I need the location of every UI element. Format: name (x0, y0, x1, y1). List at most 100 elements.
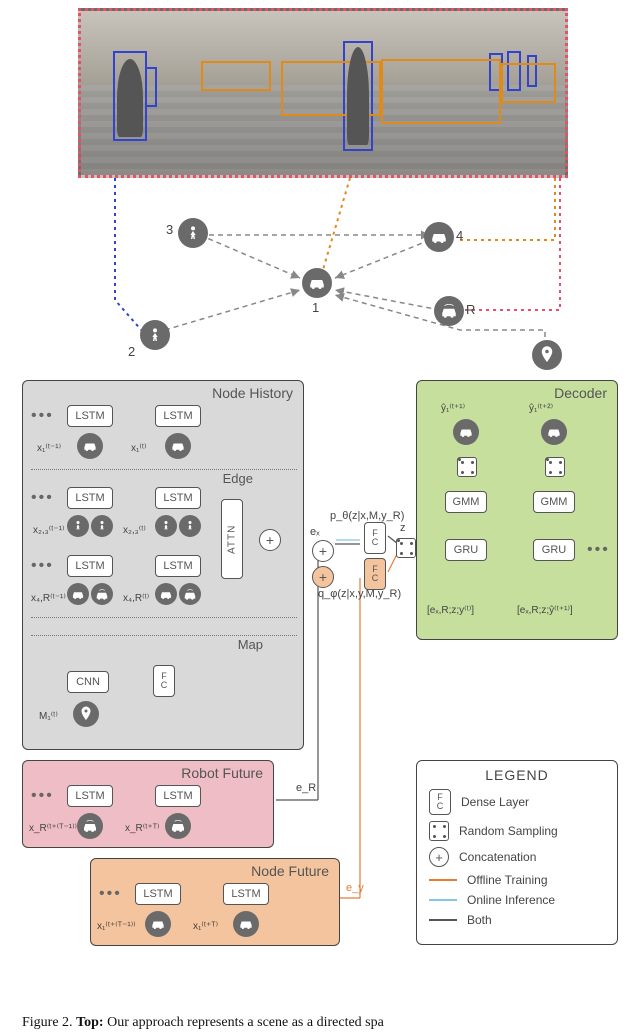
separator (31, 469, 297, 470)
dice-icon (429, 821, 449, 841)
panel-encoder: Node History ••• LSTM LSTM x₁⁽ᵗ⁻¹⁾ x₁⁽ᵗ⁾… (22, 380, 304, 750)
gmm-block: GMM (533, 491, 575, 513)
input-label: x₁⁽ᵗ⁻¹⁾ (37, 443, 61, 454)
lstm-block: LSTM (155, 785, 201, 807)
graph-node-label: 1 (312, 300, 319, 315)
math-label: z (400, 522, 406, 534)
panel-title: Node Future (251, 863, 329, 879)
ellipsis: ••• (31, 557, 54, 575)
lstm-block: LSTM (223, 883, 269, 905)
input-label: x₄,R⁽ᵗ⁻¹⁾ (31, 593, 66, 604)
pedestrian-icon (91, 515, 113, 537)
legend-row: + Concatenation (429, 847, 605, 867)
bbox-car (501, 63, 556, 103)
lstm-block: LSTM (67, 487, 113, 509)
input-label: x₄,R⁽ᵗ⁾ (123, 593, 149, 604)
random-sampling-icon (396, 538, 416, 558)
panel-node-future: Node Future ••• LSTM LSTM x₁⁽ᵗ⁺⁽ᵀ⁻¹⁾⁾ x₁… (90, 858, 340, 946)
graph-node-robot-car (434, 296, 464, 326)
input-label: x₂,₃⁽ᵗ⁻¹⁾ (33, 525, 64, 536)
gru-block: GRU (445, 539, 487, 561)
panel-title: Robot Future (181, 765, 263, 781)
input-label: x₁⁽ᵗ⁾ (131, 443, 146, 454)
car-icon (233, 911, 259, 937)
separator (31, 635, 297, 636)
pedestrian-icon (155, 515, 177, 537)
car-icon (77, 433, 103, 459)
panel-legend: LEGEND FC Dense Layer Random Sampling + … (416, 760, 618, 945)
concat-icon: + (259, 529, 281, 551)
ellipsis: ••• (31, 489, 54, 507)
car-icon (155, 583, 177, 605)
legend-row: Offline Training (429, 873, 605, 887)
input-label: x₂,₃⁽ᵗ⁾ (123, 525, 146, 536)
ellipsis: ••• (31, 407, 54, 425)
graph-node-label: R (466, 302, 475, 317)
lstm-block: LSTM (155, 487, 201, 509)
concat-icon: + (312, 540, 334, 562)
gmm-block: GMM (445, 491, 487, 513)
ellipsis: ••• (587, 541, 610, 559)
graph-node-label: 3 (166, 222, 173, 237)
plus-icon: + (429, 847, 449, 867)
robot-car-icon (179, 583, 201, 605)
graph-node-car (424, 222, 454, 252)
legend-row: Random Sampling (429, 821, 605, 841)
bbox-car (381, 59, 501, 124)
line-icon (429, 879, 457, 881)
legend-label: Concatenation (459, 850, 536, 864)
caption-bold: Top: (76, 1015, 104, 1030)
math-label: e_R (296, 782, 316, 794)
legend-label: Offline Training (467, 873, 548, 887)
scene-image (78, 8, 568, 178)
graph-node-pedestrian (178, 218, 208, 248)
graph-node-car-center (302, 268, 332, 298)
car-icon (453, 419, 479, 445)
graph-node-label: 4 (456, 228, 463, 243)
lstm-block: LSTM (155, 405, 201, 427)
ellipsis: ••• (31, 787, 54, 805)
lstm-block: LSTM (135, 883, 181, 905)
decoder-input-label: [eₓ,R;z;ŷ⁽ᵗ⁺¹⁾] (517, 605, 573, 616)
caption-rest: Our approach represents a scene as a dir… (104, 1015, 384, 1030)
car-icon (165, 433, 191, 459)
cnn-block: CNN (67, 671, 109, 693)
section-title: Edge (223, 471, 253, 486)
concat-icon: + (312, 566, 334, 588)
fc-label: C (372, 538, 379, 547)
robot-car-icon (77, 813, 103, 839)
car-icon (145, 911, 171, 937)
fc-icon: FC (429, 789, 451, 815)
legend-row: Online Inference (429, 893, 605, 907)
lstm-block: LSTM (67, 555, 113, 577)
legend-label: Online Inference (467, 893, 555, 907)
line-icon (429, 919, 457, 921)
section-title: Map (238, 637, 263, 652)
input-label: x_R⁽ᵗ⁺ᵀ⁾ (125, 823, 160, 834)
random-sampling-icon (545, 457, 565, 477)
map-pin-icon (73, 701, 99, 727)
caption-prefix: Figure 2. (22, 1015, 76, 1030)
panel-robot-future: Robot Future ••• LSTM LSTM x_R⁽ᵗ⁺⁽ᵀ⁻¹⁾⁾ … (22, 760, 274, 848)
separator (31, 617, 297, 618)
lstm-block: LSTM (155, 555, 201, 577)
panel-title: Node History (212, 385, 293, 401)
legend-label: Dense Layer (461, 795, 529, 809)
robot-car-icon (91, 583, 113, 605)
lstm-block: LSTM (67, 785, 113, 807)
graph-node-label: 2 (128, 344, 135, 359)
fc-block: FC (364, 522, 386, 554)
math-label: q_φ(z|x,y,M,y_R) (318, 588, 401, 600)
figure-caption: Figure 2. Top: Our approach represents a… (22, 1015, 618, 1031)
panel-decoder: Decoder ŷ₁⁽ᵗ⁺¹⁾ ŷ₁⁽ᵗ⁺²⁾ GMM GMM GRU GRU … (416, 380, 618, 640)
car-icon (67, 583, 89, 605)
pedestrian-icon (67, 515, 89, 537)
legend-label: Random Sampling (459, 824, 558, 838)
input-label: x₁⁽ᵗ⁺⁽ᵀ⁻¹⁾⁾ (97, 921, 136, 932)
legend-label: Both (467, 913, 492, 927)
math-label: e_y (346, 882, 364, 894)
pedestrian-icon (179, 515, 201, 537)
input-label: x₁⁽ᵗ⁺ᵀ⁾ (193, 921, 218, 932)
bbox-pedestrian (145, 67, 157, 107)
legend-title: LEGEND (417, 767, 617, 783)
